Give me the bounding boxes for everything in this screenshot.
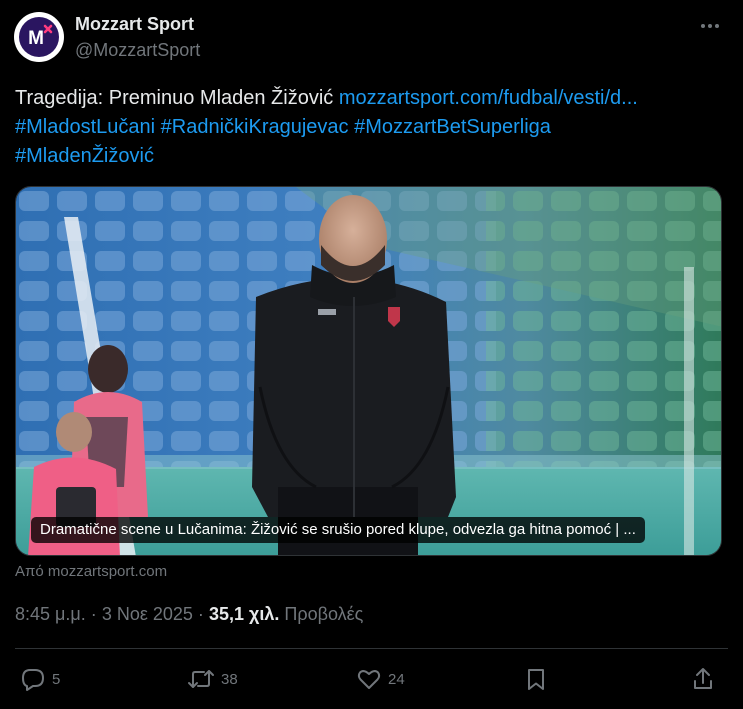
repost-icon: [188, 670, 214, 688]
like-count: 24: [388, 670, 405, 688]
link-card-source[interactable]: Από mozzartsport.com: [15, 563, 167, 580]
reply-button[interactable]: 5: [20, 662, 60, 696]
tweet-text: Tragedija: Preminuo Mladen Žižović mozza…: [15, 84, 725, 171]
heart-icon: [357, 670, 381, 689]
handle[interactable]: @MozzartSport: [75, 40, 200, 61]
hashtag[interactable]: #MozzartBetSuperliga: [354, 116, 551, 138]
display-name[interactable]: Mozzart Sport: [75, 14, 194, 35]
share-icon: [694, 668, 712, 689]
hashtag[interactable]: #MladostLučani: [15, 116, 155, 138]
more-options-icon[interactable]: [699, 16, 721, 36]
action-bar: 5 38 24: [0, 662, 743, 696]
views-label: Προβολές: [284, 604, 364, 624]
views-count: 35,1 χιλ.: [208, 604, 280, 624]
tweet-time[interactable]: 8:45 μ.μ.: [15, 604, 86, 624]
reply-icon: [22, 669, 44, 691]
bookmark-icon: [528, 669, 544, 690]
tweet-card[interactable]: M Mozzart Sport @MozzartSport Tragedija:…: [0, 0, 743, 709]
hashtag[interactable]: #MladenŽižović: [15, 145, 154, 167]
separator-dot: ·: [90, 604, 97, 624]
reply-count: 5: [52, 670, 61, 688]
link-card-media[interactable]: Dramatične scene u Lučanima: Žižović se …: [15, 186, 722, 556]
divider: [15, 648, 728, 649]
repost-button[interactable]: 38: [187, 662, 238, 696]
avatar[interactable]: M: [14, 12, 64, 62]
tweet-meta: 8:45 μ.μ. · 3 Νοε 2025 · 35,1 χιλ. Προβο…: [15, 604, 363, 625]
share-button[interactable]: [692, 662, 714, 696]
separator-dot: ·: [197, 604, 204, 624]
like-button[interactable]: 24: [356, 662, 405, 696]
tweet-text-intro: Tragedija: Preminuo Mladen Žižović: [15, 87, 334, 109]
article-photo: [16, 187, 721, 555]
hashtag[interactable]: #RadničkiKragujevac: [161, 116, 349, 138]
tweet-date[interactable]: 3 Νοε 2025: [102, 604, 193, 624]
tweet-link[interactable]: mozzartsport.com/fudbal/vesti/d...: [339, 87, 638, 109]
mozzart-logo-icon: M: [19, 17, 59, 57]
repost-count: 38: [221, 670, 238, 688]
svg-text:M: M: [28, 28, 44, 49]
bookmark-button[interactable]: [525, 662, 547, 696]
link-card-title[interactable]: Dramatične scene u Lučanima: Žižović se …: [31, 517, 645, 543]
